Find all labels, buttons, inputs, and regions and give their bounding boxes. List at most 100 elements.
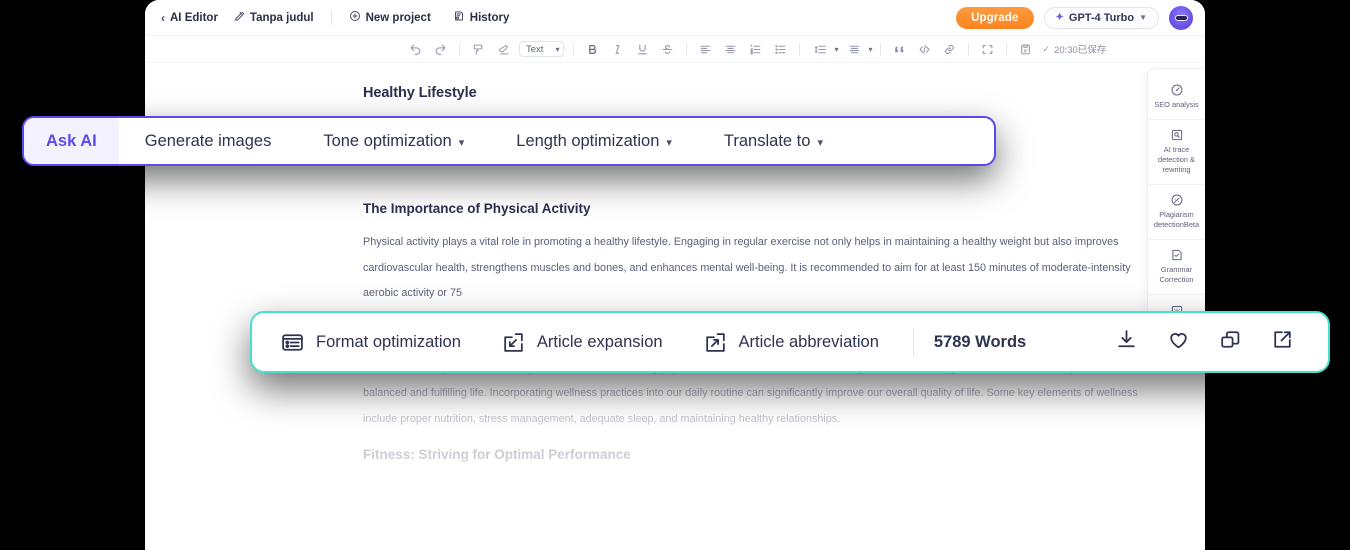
ask-ai-label: Ask AI (46, 131, 97, 150)
model-selector[interactable]: ✦ GPT-4 Turbo ▼ (1043, 6, 1159, 29)
link-icon[interactable] (940, 40, 959, 59)
save-status-label: 20:30已保存 (1054, 45, 1107, 56)
upgrade-button[interactable]: Upgrade (956, 6, 1034, 29)
format-list-icon (280, 330, 305, 355)
chevron-left-icon: ‹ (161, 10, 165, 25)
back-label: AI Editor (170, 11, 218, 24)
underline-icon[interactable] (633, 40, 652, 59)
external-link-icon (1270, 327, 1295, 357)
bold-icon[interactable] (583, 40, 602, 59)
history-icon (453, 10, 465, 25)
editor-format-toolbar: Text ▾ ▾ ▾ ✓ 20:30已保存 (145, 36, 1205, 63)
sidebar-item-ai-trace-detection[interactable]: AI trace detection & rewriting (1148, 118, 1205, 184)
edit-pencil-icon (233, 10, 245, 25)
toolbar-divider (459, 42, 460, 56)
new-project-button[interactable]: New project (338, 5, 442, 31)
strikethrough-icon[interactable] (658, 40, 677, 59)
document-title: Healthy Lifestyle (363, 85, 477, 101)
article-expansion-button[interactable]: Article expansion (481, 330, 683, 355)
avatar-visor-icon (1174, 14, 1188, 21)
text-style-value: Text (526, 43, 544, 55)
screenshot-stage: ‹ AI Editor Tanpa judul New project Hist… (0, 0, 1350, 550)
copy-icon (1218, 327, 1243, 357)
format-optimization-label: Format optimization (316, 332, 461, 351)
code-block-icon[interactable] (915, 40, 934, 59)
translate-to-button[interactable]: Translate to ▾ (698, 118, 849, 164)
word-count: 5789 Words (933, 332, 1027, 351)
seo-gauge-icon (1170, 83, 1184, 97)
chevron-down-icon: ▼ (1139, 13, 1147, 22)
open-external-button[interactable] (1256, 322, 1308, 362)
back-to-ai-editor-button[interactable]: ‹ AI Editor (159, 5, 222, 31)
align-center-icon[interactable] (721, 40, 740, 59)
expand-arrow-icon (501, 330, 526, 355)
paragraph-align-control[interactable]: ▾ (842, 40, 872, 59)
favorite-button[interactable] (1152, 322, 1204, 362)
sidebar-item-grammar-correction[interactable]: Grammar Correction (1148, 238, 1205, 294)
translate-to-label: Translate to (723, 131, 811, 150)
italic-icon[interactable] (608, 40, 627, 59)
download-button[interactable] (1100, 322, 1152, 362)
copy-button[interactable] (1204, 322, 1256, 362)
sidebar-item-label: SEO analysis (1154, 100, 1199, 109)
chevron-down-icon: ▾ (817, 136, 823, 149)
save-icon[interactable] (1016, 40, 1035, 59)
nav-divider (330, 10, 332, 25)
generate-images-button[interactable]: Generate images (119, 118, 298, 164)
shrink-arrow-icon (703, 330, 728, 355)
heart-icon (1166, 327, 1191, 357)
generate-images-label: Generate images (144, 131, 272, 150)
bulleted-list-icon[interactable] (771, 40, 790, 59)
article-abbreviation-label: Article abbreviation (738, 332, 879, 351)
ask-ai-button[interactable]: Ask AI (24, 118, 119, 164)
section-heading-1: The Importance of Physical Activity (363, 201, 591, 216)
chevron-down-icon: ▾ (666, 136, 672, 149)
chevron-down-icon: ▾ (458, 136, 465, 149)
format-optimization-button[interactable]: Format optimization (280, 330, 481, 355)
toolbar-divider (880, 42, 882, 56)
model-label: GPT-4 Turbo (1068, 11, 1135, 24)
section-body-1: Physical activity plays a vital role in … (363, 236, 1131, 300)
document-title-button[interactable]: Tanpa judul (222, 5, 325, 31)
new-project-label: New project (365, 11, 431, 24)
top-navigation-bar: ‹ AI Editor Tanpa judul New project Hist… (145, 0, 1205, 36)
toolbar-divider (799, 42, 801, 56)
fullscreen-icon[interactable] (978, 40, 997, 59)
toolbar-divider (686, 42, 688, 56)
plus-circle-icon (349, 10, 361, 25)
sidebar-item-seo-analysis[interactable]: SEO analysis (1148, 75, 1205, 119)
sidebar-item-plagiarism-detection[interactable]: Plagiarism detectionBeta (1148, 183, 1205, 239)
format-painter-icon[interactable] (469, 40, 488, 59)
redo-icon[interactable] (431, 40, 450, 59)
article-expansion-label: Article expansion (536, 332, 663, 351)
toolbar-divider (1006, 42, 1008, 56)
toolbar-divider (912, 328, 914, 356)
line-height-icon (811, 40, 830, 59)
save-status: ✓ 20:30已保存 (1042, 42, 1107, 57)
section-heading-3: Fitness: Striving for Optimal Performanc… (363, 446, 631, 462)
text-style-select[interactable]: Text ▾ (519, 41, 565, 57)
avatar[interactable] (1169, 5, 1193, 30)
sparkle-icon: ✦ (1055, 12, 1064, 23)
clear-format-eraser-icon[interactable] (494, 40, 513, 59)
history-label: History (469, 11, 510, 24)
sidebar-item-label: AI trace detection & rewriting (1158, 144, 1195, 174)
article-abbreviation-button[interactable]: Article abbreviation (683, 330, 899, 355)
tone-optimization-button[interactable]: Tone optimization ▾ (297, 118, 490, 164)
ordered-list-icon[interactable] (746, 40, 765, 59)
plagiarism-icon (1170, 193, 1184, 207)
grammar-icon (1170, 248, 1184, 262)
ai-actions-toolbar: Ask AI Generate images Tone optimization… (22, 116, 996, 166)
article-actions-toolbar: Format optimization Article expansion Ar… (250, 311, 1330, 373)
blockquote-icon[interactable] (890, 40, 909, 59)
paragraph-align-icon (845, 40, 864, 59)
history-button[interactable]: History (442, 5, 521, 31)
check-icon: ✓ (1042, 43, 1051, 54)
app-window: ‹ AI Editor Tanpa judul New project Hist… (145, 0, 1205, 550)
download-icon (1114, 327, 1139, 357)
length-optimization-button[interactable]: Length optimization ▾ (490, 118, 698, 164)
align-left-icon[interactable] (696, 40, 715, 59)
sidebar-item-label: Grammar Correction (1159, 264, 1194, 284)
undo-icon[interactable] (406, 40, 425, 59)
line-height-control[interactable]: ▾ (808, 40, 838, 59)
